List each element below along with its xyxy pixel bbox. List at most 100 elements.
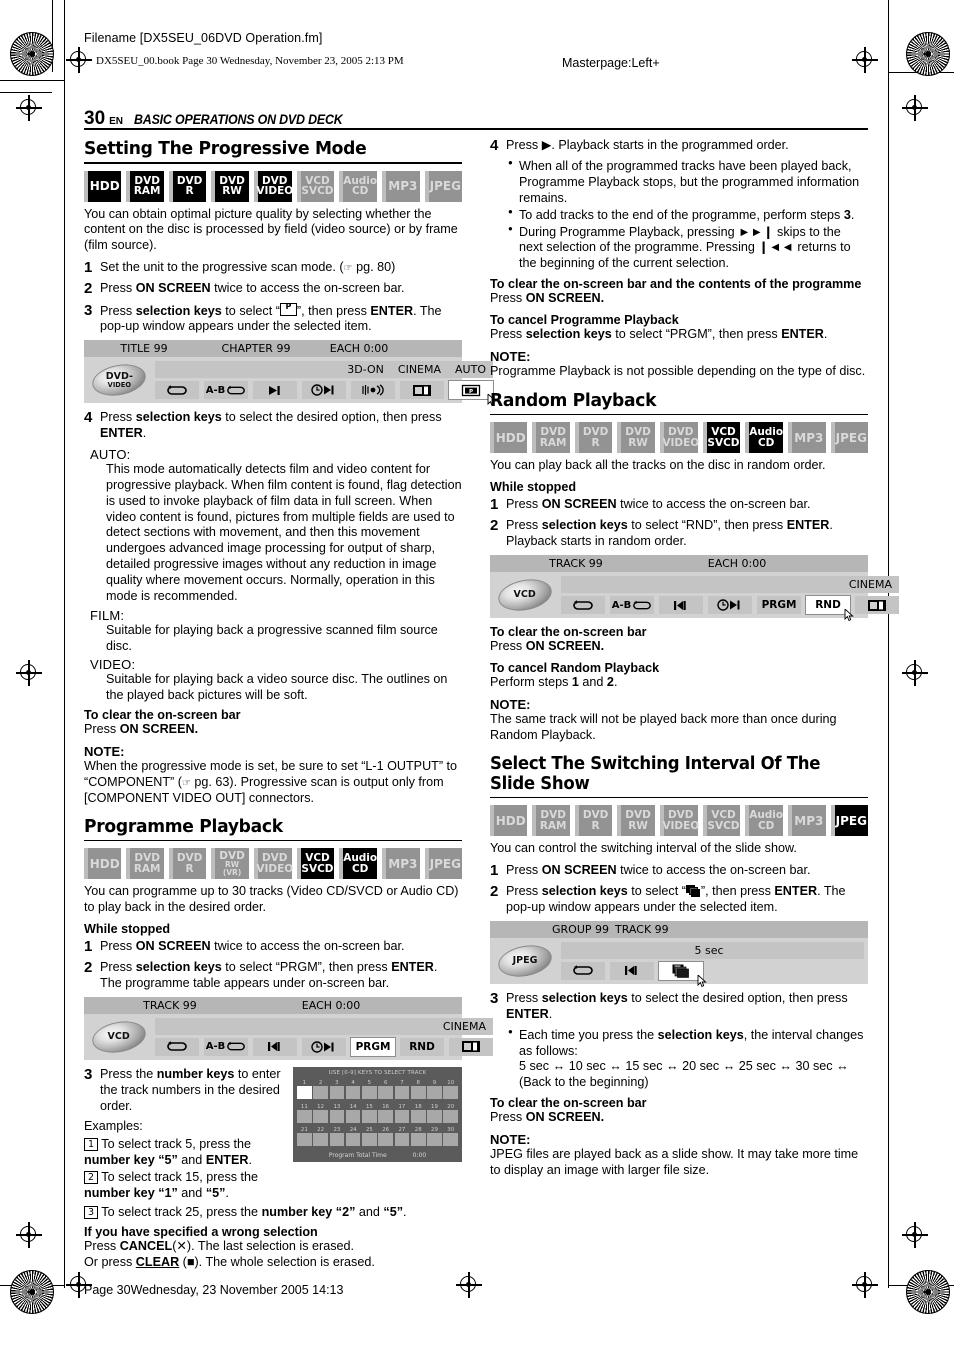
badge-audio-cd: Audio CD [745,422,784,454]
programme-cell[interactable]: 24 [345,1127,361,1147]
programme-cell[interactable]: 25 [362,1127,377,1147]
programme-cell[interactable]: 16 [378,1104,393,1123]
slideshow-clear-heading: To clear the on-screen bar [490,1096,647,1111]
rnd-button[interactable]: RND [400,1037,444,1056]
picture-mode-icon-button[interactable] [449,1037,493,1056]
progressive-mode-icon [279,302,297,316]
programme-table: USE [0-9] KEYS TO SELECT TRACK 1 2 3 4 5… [293,1066,462,1162]
programme-cell[interactable]: 30 [443,1127,459,1147]
programme-cell[interactable]: 20 [443,1104,459,1123]
badge-dvd-rw: DVD RW [211,170,249,202]
programme-cell[interactable]: 6 [378,1080,393,1100]
programme-table-title: USE [0-9] KEYS TO SELECT TRACK [328,1069,427,1076]
onscreen-bar-header: TRACK 99 EACH 0:00 [490,555,868,573]
repeat-icon-button[interactable] [155,1037,199,1056]
programme-cell[interactable]: 27 [394,1127,410,1147]
skip-icon-button[interactable] [659,596,703,615]
example-3: 3 To select track 25, press the number k… [84,1205,462,1221]
skip-icon-button[interactable] [253,1037,297,1056]
sound-mode-icon-button[interactable] [351,381,395,400]
badge-audio-cd: Audio CD [339,848,378,880]
pointer-cursor-icon [697,974,707,987]
random-note-heading: NOTE: [490,696,531,712]
programme-total-time-label: Program Total Time [328,1151,387,1159]
programme-cell[interactable]: 22 [313,1127,328,1147]
page-number: 30 [84,108,106,129]
ab-repeat-icon-button[interactable]: A-B [610,596,654,615]
badge-mp3: MP3 [382,848,420,880]
programme-cell[interactable]: 21 [297,1127,312,1147]
programme-cell[interactable]: 9 [427,1080,442,1100]
programme-cell[interactable]: 14 [345,1104,361,1123]
ab-repeat-icon-button[interactable]: A-B [204,381,248,400]
skip-icon-button[interactable] [610,961,654,980]
crop-mark-top-left-v2 [64,0,66,60]
programme-cell[interactable]: 26 [378,1127,393,1147]
section-rule [490,796,868,799]
osb-track-label: TRACK 99 [549,557,603,571]
programme-cell[interactable]: 18 [410,1104,426,1123]
programme-cell[interactable]: 23 [329,1127,345,1147]
programme-cell[interactable]: 17 [394,1104,410,1123]
disc-badge-row-random: HDD DVD RAM DVD R DVD RW DVD VIDEO VCD SVCD A… [490,422,868,454]
random-clear-heading: To clear the on-screen bar [490,625,647,640]
programme-cell[interactable]: 28 [410,1127,426,1147]
step-text: Press selection keys to select the desir… [100,410,442,441]
programme-cell[interactable]: 3 [329,1080,345,1100]
section-heading-progressive: Setting The Progressive Mode [84,138,367,159]
prgm-button[interactable]: PRGM [351,1037,395,1056]
rnd-button[interactable]: RND [806,596,854,622]
progressive-step-1: 1 Set the unit to the progressive scan m… [84,259,462,276]
badge-dvd-r: DVD R [574,805,613,837]
programme-while-stopped: While stopped [84,921,171,936]
programme-cell[interactable]: 5 [362,1080,377,1100]
slideshow-note-heading: NOTE: [490,1131,531,1147]
programme-cell[interactable]: 19 [427,1104,442,1123]
picture-mode-icon-button[interactable] [400,381,444,400]
repeat-icon-button[interactable] [561,961,605,980]
repeat-icon-button[interactable] [561,596,605,615]
programme-cell[interactable]: 10 [443,1080,459,1100]
programme-cell[interactable]: 8 [410,1080,426,1100]
badge-hdd: HDD [490,805,528,837]
onscreen-bar-progressive: TITLE 99 CHAPTER 99 EACH 0:00 DVD- VIDEO … [84,340,497,407]
registration-mark-bottom-right [852,1272,878,1298]
time-skip-icon-button[interactable] [302,381,346,400]
programme-cell[interactable]: 11 [297,1104,312,1123]
onscreen-bar-controls: 5 sec [561,941,864,987]
time-skip-icon-button[interactable] [708,596,752,615]
badge-dvd-ram: DVD RAM [126,848,164,880]
repeat-icon-button[interactable] [155,381,199,400]
crop-mark-top-left-h [0,80,64,82]
programme-cell[interactable]: 2 [313,1080,328,1100]
svg-text:P: P [469,389,473,395]
auto-mode-label: AUTO: [90,446,131,462]
programme-cell[interactable]: 15 [362,1104,377,1123]
badge-jpeg: JPEG [424,848,462,880]
wrong-selection-line-1: Press CANCEL(✕). The last selection is e… [84,1238,354,1253]
density-target-top-right [906,32,950,76]
picture-mode-icon-button[interactable] [855,596,899,615]
programme-cell[interactable]: 29 [427,1127,442,1147]
progressive-mode-button[interactable]: P [449,381,497,407]
programme-cell[interactable]: 13 [329,1104,345,1123]
onscreen-bar-controls: 3D-ON CINEMA AUTO A-B P [155,361,497,407]
chapter-title: BASIC OPERATIONS ON DVD DECK [134,112,343,127]
programme-cell[interactable]: 4 [345,1080,361,1100]
random-cancel-body: Perform steps 1 and 2. [490,675,618,689]
ab-repeat-icon-button[interactable]: A-B [204,1037,248,1056]
time-skip-icon-button[interactable] [302,1037,346,1056]
programme-cell[interactable]: 7 [394,1080,410,1100]
programme-cell[interactable]: 1 [297,1080,312,1100]
badge-dvd-rw: DVD RW [617,422,655,454]
osb-group-label: GROUP 99 [552,922,610,936]
step-number: 1 [490,496,499,514]
slide-interval-button[interactable] [659,961,707,987]
step-text: Press selection keys to select “PRGM”, t… [100,960,438,990]
step-text: Press selection keys to select “RND”, th… [506,518,833,549]
badge-dvd-ram: DVD RAM [126,170,164,202]
skip-icon-button[interactable] [253,381,297,400]
prgm-button[interactable]: PRGM [757,596,801,615]
badge-vcd-svcd: VCD SVCD [296,848,335,880]
programme-cell[interactable]: 12 [313,1104,328,1123]
